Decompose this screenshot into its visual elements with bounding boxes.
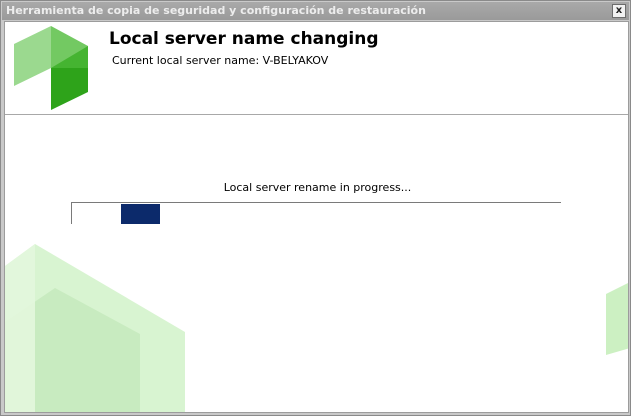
close-button[interactable]: x: [612, 4, 626, 18]
current-server-name: Current local server name: V-BELYAKOV: [112, 54, 329, 67]
close-icon: x: [615, 5, 623, 16]
progress-bar: [71, 202, 561, 224]
progress-chunk: [121, 204, 160, 224]
decor-hex-left-back: [5, 244, 35, 412]
decor-hex-right: [606, 283, 628, 355]
wizard-header: Local server name changing Current local…: [5, 22, 628, 114]
main-window: Herramienta de copia de seguridad y conf…: [0, 0, 631, 416]
status-text: Local server rename in progress...: [223, 181, 412, 194]
window-title: Herramienta de copia de seguridad y conf…: [6, 4, 426, 17]
wizard-client-area: Local server name changing Current local…: [4, 21, 629, 413]
header-divider: [5, 114, 628, 115]
app-logo-icon: [14, 26, 88, 110]
title-bar[interactable]: Herramienta de copia de seguridad y conf…: [2, 2, 629, 20]
page-title: Local server name changing: [109, 29, 379, 49]
